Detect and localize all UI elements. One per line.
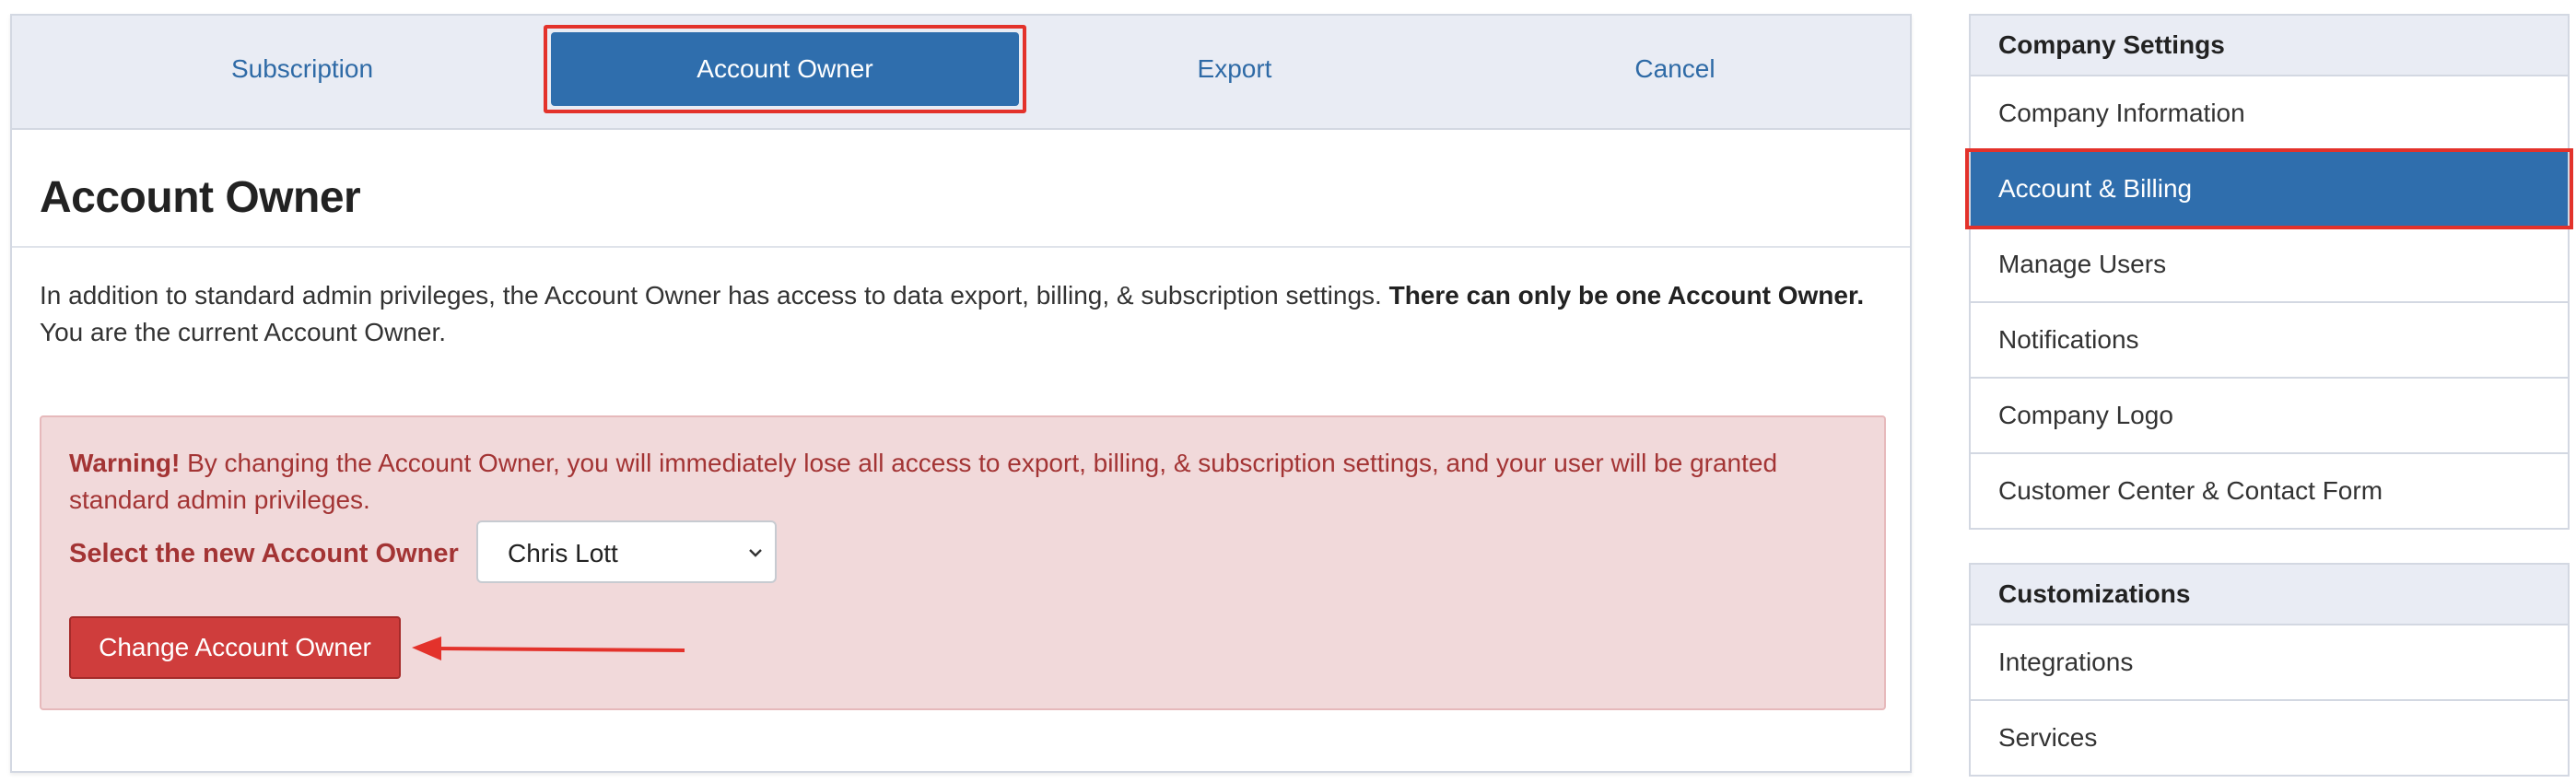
title-divider: [12, 246, 1910, 248]
tab-bar: Subscription Account Owner Export Cancel: [12, 16, 1910, 130]
sidebar-item-integrations[interactable]: Integrations: [1971, 625, 2568, 701]
change-account-owner-button[interactable]: Change Account Owner: [69, 616, 401, 679]
sidebar-item-notifications[interactable]: Notifications: [1971, 303, 2568, 379]
company-settings-card: Company Settings Company Information Acc…: [1965, 14, 2573, 530]
arrow-left-icon: [412, 637, 685, 660]
sidebar-item-account-billing[interactable]: Account & Billing: [1965, 148, 2573, 229]
chevron-down-icon: [749, 549, 762, 557]
intro-suffix-text: You are the current Account Owner.: [40, 318, 447, 346]
new-owner-select-label: Select the new Account Owner: [69, 539, 459, 568]
sidebar-item-customer-center[interactable]: Customer Center & Contact Form: [1971, 454, 2568, 528]
page-title: Account Owner: [40, 173, 361, 222]
sidebar-item-label: Account & Billing: [1998, 174, 2193, 203]
company-settings-header: Company Settings: [1971, 16, 2568, 76]
customizations-header: Customizations: [1971, 565, 2568, 625]
tab-export[interactable]: Export: [1027, 32, 1442, 106]
new-owner-select[interactable]: Chris Lott: [476, 520, 777, 583]
warning-body: By changing the Account Owner, you will …: [69, 449, 1778, 514]
tab-highlight-annotation: [544, 25, 1026, 113]
intro-bold-text: There can only be one Account Owner.: [1388, 281, 1865, 310]
tab-subscription[interactable]: Subscription: [95, 32, 509, 106]
sidebar-item-manage-users[interactable]: Manage Users: [1971, 228, 2568, 303]
sidebar-item-company-logo[interactable]: Company Logo: [1971, 379, 2568, 454]
new-owner-select-value: Chris Lott: [508, 539, 618, 567]
warning-prefix: Warning!: [69, 449, 181, 477]
sidebar-item-services[interactable]: Services: [1971, 701, 2568, 777]
warning-message: Warning! By changing the Account Owner, …: [69, 445, 1866, 519]
sidebar-item-company-information[interactable]: Company Information: [1971, 76, 2568, 152]
intro-text: In addition to standard admin privileges…: [40, 281, 1382, 310]
warning-box: Warning! By changing the Account Owner, …: [40, 415, 1886, 710]
customizations-card: Customizations Integrations Services: [1969, 563, 2570, 777]
account-owner-panel: Subscription Account Owner Export Cancel…: [10, 14, 1912, 773]
tab-cancel[interactable]: Cancel: [1468, 32, 1882, 106]
intro-paragraph: In addition to standard admin privileges…: [40, 277, 1873, 351]
